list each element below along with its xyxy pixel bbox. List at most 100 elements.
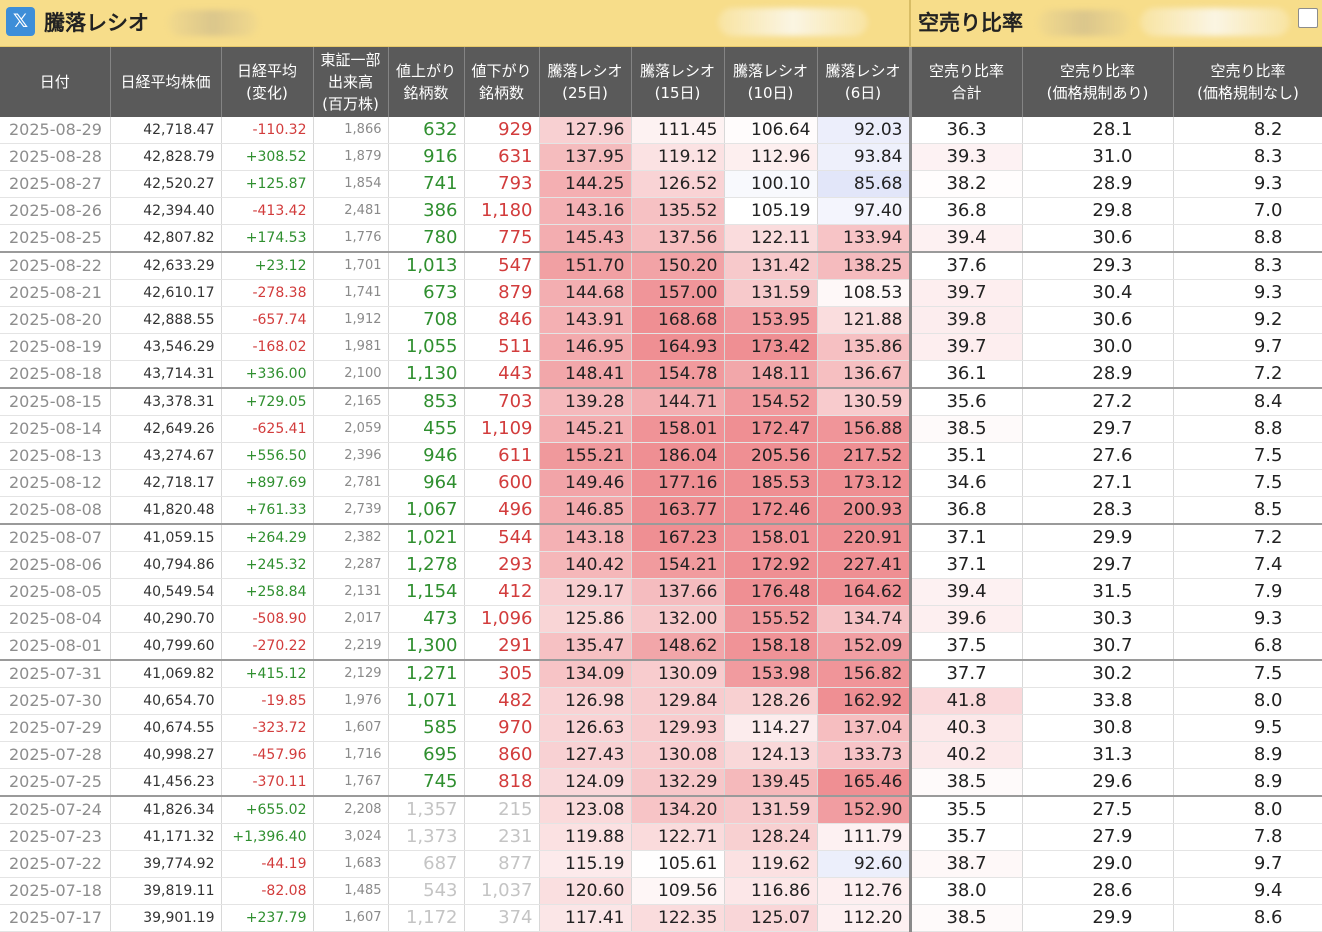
x-logo-icon[interactable]: 𝕏 — [6, 7, 35, 36]
volume-cell: 2,287 — [313, 551, 389, 579]
short-regulated-cell: 27.2 — [1022, 387, 1174, 416]
table-row[interactable]: 2025-08-21 42,610.17 -278.38 1,741 673 879 144… — [0, 279, 1322, 307]
ratio-25d-cell: 143.91 — [539, 306, 632, 334]
table-row[interactable]: 2025-07-18 39,819.11 -82.08 1,485 543 1,037 12… — [0, 877, 1322, 905]
short-regulated-cell: 27.1 — [1022, 469, 1174, 497]
column-header-declining[interactable]: 値下がり 銘柄数 — [464, 47, 540, 117]
date-cell: 2025-08-19 — [0, 333, 111, 361]
short-total-cell: 39.3 — [910, 143, 1023, 171]
column-header-ratio-25d[interactable]: 騰落レシオ (25日) — [539, 47, 632, 117]
table-row[interactable]: 2025-08-04 40,290.70 -508.90 2,017 473 1,096 1… — [0, 605, 1322, 633]
table-row[interactable]: 2025-07-28 40,998.27 -457.96 1,716 695 860 127… — [0, 741, 1322, 769]
ratio-6d-cell: 156.88 — [817, 415, 912, 443]
ratio-25d-cell: 143.16 — [539, 197, 632, 225]
ratio-15d-cell: 150.20 — [631, 251, 725, 280]
advancing-cell: 632 — [388, 117, 465, 144]
table-row[interactable]: 2025-07-29 40,674.55 -323.72 1,607 585 970 126… — [0, 714, 1322, 742]
ratio-15d-cell: 167.23 — [631, 523, 725, 552]
table-row[interactable]: 2025-08-01 40,799.60 -270.22 2,219 1,300 291 1… — [0, 632, 1322, 661]
table-row[interactable]: 2025-08-28 42,828.79 +308.52 1,879 916 631 137… — [0, 143, 1322, 171]
column-header-date[interactable]: 日付 — [0, 47, 111, 117]
table-row[interactable]: 2025-08-20 42,888.55 -657.74 1,912 708 846 143… — [0, 306, 1322, 334]
column-header-ratio-10d[interactable]: 騰落レシオ (10日) — [724, 47, 818, 117]
table-row[interactable]: 2025-08-29 42,718.47 -110.32 1,866 632 929 127… — [0, 117, 1322, 144]
ratio-15d-cell: 109.56 — [631, 877, 725, 905]
table-row[interactable]: 2025-07-17 39,901.19 +237.79 1,607 1,172 374 1… — [0, 904, 1322, 932]
table-row[interactable]: 2025-08-13 43,274.67 +556.50 2,396 946 611 155… — [0, 442, 1322, 470]
advancing-cell: 1,021 — [388, 523, 465, 552]
declining-cell: 860 — [464, 741, 540, 769]
table-row[interactable]: 2025-08-05 40,549.54 +258.84 2,131 1,154 412 1… — [0, 578, 1322, 606]
short-regulated-cell: 29.9 — [1022, 523, 1174, 552]
table-row[interactable]: 2025-07-22 39,774.92 -44.19 1,683 687 877 115.… — [0, 850, 1322, 878]
change-cell: -110.32 — [221, 117, 314, 144]
ratio-25d-cell: 129.17 — [539, 578, 632, 606]
volume-cell: 1,976 — [313, 687, 389, 715]
short-regulated-cell: 30.2 — [1022, 659, 1174, 688]
table-row[interactable]: 2025-07-31 41,069.82 +415.12 2,129 1,271 305 1… — [0, 659, 1322, 688]
declining-cell: 818 — [464, 768, 540, 797]
ratio-15d-cell: 130.08 — [631, 741, 725, 769]
declining-cell: 970 — [464, 714, 540, 742]
advancing-cell: 708 — [388, 306, 465, 334]
short-total-cell: 39.4 — [910, 224, 1023, 253]
table-row[interactable]: 2025-08-14 42,649.26 -625.41 2,059 455 1,109 1… — [0, 415, 1322, 443]
change-cell: -657.74 — [221, 306, 314, 334]
short-unregulated-cell: 7.5 — [1173, 659, 1322, 688]
ratio-15d-cell: 163.77 — [631, 496, 725, 525]
ratio-10d-cell: 155.52 — [724, 605, 818, 633]
short-regulated-cell: 30.6 — [1022, 306, 1174, 334]
short-unregulated-cell: 9.7 — [1173, 333, 1322, 361]
short-total-cell: 36.3 — [910, 117, 1023, 144]
ratio-6d-cell: 220.91 — [817, 523, 912, 552]
declining-cell: 1,037 — [464, 877, 540, 905]
table-row[interactable]: 2025-07-24 41,826.34 +655.02 2,208 1,357 215 1… — [0, 795, 1322, 824]
column-header-nikkei-change[interactable]: 日経平均 (変化) — [221, 47, 314, 117]
table-row[interactable]: 2025-08-26 42,394.40 -413.42 2,481 386 1,180 1… — [0, 197, 1322, 225]
short-unregulated-cell: 8.3 — [1173, 143, 1322, 171]
declining-cell: 305 — [464, 659, 540, 688]
short-unregulated-cell: 8.8 — [1173, 415, 1322, 443]
declining-cell: 215 — [464, 795, 540, 824]
column-header-short-total[interactable]: 空売り比率 合計 — [910, 47, 1023, 117]
ratio-25d-cell: 126.63 — [539, 714, 632, 742]
ratio-10d-cell: 131.59 — [724, 795, 818, 824]
table-row[interactable]: 2025-08-12 42,718.17 +897.69 2,781 964 600 149… — [0, 469, 1322, 497]
window-control-box[interactable] — [1298, 8, 1318, 28]
column-header-ratio-15d[interactable]: 騰落レシオ (15日) — [631, 47, 725, 117]
column-header-nikkei[interactable]: 日経平均株価 — [110, 47, 222, 117]
column-header-short-regulated[interactable]: 空売り比率 (価格規制あり) — [1022, 47, 1174, 117]
column-header-volume[interactable]: 東証一部 出来高 (百万株) — [313, 47, 389, 117]
column-header-short-unregulated[interactable]: 空売り比率 (価格規制なし) — [1173, 47, 1322, 117]
table-row[interactable]: 2025-08-18 43,714.31 +336.00 2,100 1,130 443 1… — [0, 360, 1322, 389]
ratio-15d-cell: 122.71 — [631, 823, 725, 851]
volume-cell: 1,776 — [313, 224, 389, 253]
ratio-6d-cell: 217.52 — [817, 442, 912, 470]
column-header-advancing[interactable]: 値上がり 銘柄数 — [388, 47, 465, 117]
short-regulated-cell: 31.5 — [1022, 578, 1174, 606]
column-header-ratio-6d[interactable]: 騰落レシオ (6日) — [817, 47, 912, 117]
table-row[interactable]: 2025-08-19 43,546.29 -168.02 1,981 1,055 511 1… — [0, 333, 1322, 361]
table-row[interactable]: 2025-08-27 42,520.27 +125.87 1,854 741 793 144… — [0, 170, 1322, 198]
volume-cell: 1,981 — [313, 333, 389, 361]
table-row[interactable]: 2025-07-30 40,654.70 -19.85 1,976 1,071 482 12… — [0, 687, 1322, 715]
table-row[interactable]: 2025-08-07 41,059.15 +264.29 2,382 1,021 544 1… — [0, 523, 1322, 552]
table-row[interactable]: 2025-08-15 43,378.31 +729.05 2,165 853 703 139… — [0, 387, 1322, 416]
ratio-25d-cell: 126.98 — [539, 687, 632, 715]
table-row[interactable]: 2025-08-25 42,807.82 +174.53 1,776 780 775 145… — [0, 224, 1322, 253]
declining-cell: 793 — [464, 170, 540, 198]
table-row[interactable]: 2025-08-08 41,820.48 +761.33 2,739 1,067 496 1… — [0, 496, 1322, 525]
table-row[interactable]: 2025-08-22 42,633.29 +23.12 1,701 1,013 547 15… — [0, 251, 1322, 280]
nikkei-cell: 42,888.55 — [110, 306, 222, 334]
short-total-cell: 39.6 — [910, 605, 1023, 633]
table-row[interactable]: 2025-07-23 41,171.32 +1,396.40 3,024 1,373 23… — [0, 823, 1322, 851]
nikkei-cell: 41,826.34 — [110, 795, 222, 824]
date-cell: 2025-08-22 — [0, 251, 111, 280]
ratio-15d-cell: 186.04 — [631, 442, 725, 470]
declining-cell: 879 — [464, 279, 540, 307]
short-unregulated-cell: 8.0 — [1173, 687, 1322, 715]
table-row[interactable]: 2025-07-25 41,456.23 -370.11 1,767 745 818 124… — [0, 768, 1322, 797]
advancing-cell: 745 — [388, 768, 465, 797]
short-regulated-cell: 28.9 — [1022, 360, 1174, 389]
table-row[interactable]: 2025-08-06 40,794.86 +245.32 2,287 1,278 293 1… — [0, 551, 1322, 579]
